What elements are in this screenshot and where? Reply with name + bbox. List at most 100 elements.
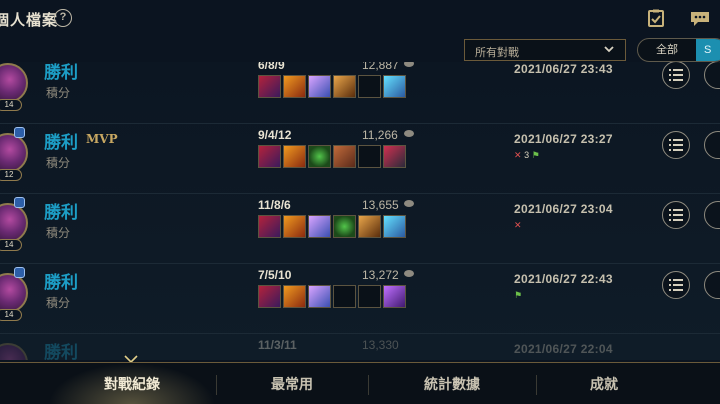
item-slot — [258, 285, 281, 308]
queue-type: 積分 — [46, 226, 71, 240]
mvp-badge: MVP — [86, 132, 118, 146]
match-filter-select[interactable]: 所有對戰 — [464, 39, 626, 61]
replay-button[interactable] — [704, 271, 720, 299]
queue-type: 積分 — [46, 86, 71, 100]
champion-avatar — [0, 273, 28, 313]
champion-level: 12 — [0, 169, 22, 181]
match-result: 勝利 — [44, 63, 78, 82]
match-history-list[interactable]: 14 勝利 積分 6/8/9 12,887 2021/06/27 23:43 1… — [0, 62, 720, 360]
champion-level: 14 — [0, 309, 22, 321]
tab-match-history[interactable]: 對戰紀錄 — [48, 363, 216, 404]
clipboard-icon[interactable] — [648, 9, 664, 27]
item-slot — [258, 145, 281, 168]
item-slot-empty — [358, 145, 381, 168]
chevron-down-icon — [604, 46, 614, 53]
chat-icon[interactable] — [690, 11, 710, 27]
top-bar: 個人檔案 ? — [0, 0, 720, 40]
list-icon — [669, 209, 683, 221]
item-build — [258, 75, 406, 99]
tab-achievements[interactable]: 成就 — [536, 363, 672, 404]
item-slot — [258, 75, 281, 98]
kda: 9/4/12 — [258, 128, 292, 142]
tab-statistics[interactable]: 統計數據 — [368, 363, 536, 404]
match-row[interactable]: 勝利 11/3/11 13,330 2021/06/27 22:04 — [0, 334, 720, 360]
match-date: 2021/06/27 23:27 — [514, 132, 613, 146]
gold-earned: 13,272 — [362, 268, 399, 282]
item-slot-empty — [333, 285, 356, 308]
item-slot — [283, 285, 306, 308]
item-slot — [383, 145, 406, 168]
party-icon — [14, 127, 25, 138]
match-details-button[interactable] — [662, 271, 690, 299]
match-details-button[interactable] — [662, 131, 690, 159]
match-row[interactable]: 14 勝利 積分 11/8/6 13,655 2021/06/27 23:04 … — [0, 194, 720, 264]
match-result: 勝利 — [44, 203, 78, 222]
gold-earned: 12,887 — [362, 62, 399, 72]
list-icon — [669, 139, 683, 151]
item-slot — [308, 145, 331, 168]
gold-icon — [404, 62, 414, 67]
match-date: 2021/06/27 23:43 — [514, 62, 613, 76]
party-icon — [14, 197, 25, 208]
item-slot — [383, 75, 406, 98]
match-result: 勝利 — [44, 273, 78, 292]
item-slot — [383, 215, 406, 238]
flag-medal-icon: ⚑ — [531, 150, 540, 160]
toggle-all-button[interactable]: 全部 — [638, 39, 696, 61]
kill-medal-icon: ✕ — [514, 220, 522, 230]
medal-count: 3 — [524, 150, 530, 160]
match-result: 勝利 — [44, 133, 78, 152]
champion-level: 14 — [0, 239, 22, 251]
item-slot — [383, 285, 406, 308]
queue-toggle: 全部 S — [637, 38, 720, 62]
match-date: 2021/06/27 22:43 — [514, 272, 613, 286]
item-build — [258, 285, 406, 309]
champion-level: 14 — [0, 99, 22, 111]
kda: 6/8/9 — [258, 62, 285, 72]
tab-most-played[interactable]: 最常用 — [216, 363, 368, 404]
item-slot — [333, 145, 356, 168]
replay-button[interactable] — [704, 131, 720, 159]
kda: 11/3/11 — [258, 338, 297, 352]
match-date: 2021/06/27 23:04 — [514, 202, 613, 216]
item-slot — [308, 285, 331, 308]
flag-medal-icon: ⚑ — [514, 290, 523, 300]
replay-button[interactable] — [704, 201, 720, 229]
match-medals: ⚑ — [514, 290, 522, 301]
queue-type: 積分 — [46, 156, 71, 170]
bottom-nav: 對戰紀錄 最常用 統計數據 成就 — [0, 362, 720, 404]
kill-medal-icon: ✕ — [514, 150, 522, 160]
item-slot — [333, 75, 356, 98]
champion-avatar — [0, 63, 28, 103]
match-details-button[interactable] — [662, 201, 690, 229]
match-row[interactable]: 14 勝利 積分 6/8/9 12,887 2021/06/27 23:43 — [0, 62, 720, 124]
match-medals: ✕ — [514, 220, 522, 231]
gold-earned: 13,330 — [362, 338, 399, 352]
champion-avatar — [0, 133, 28, 173]
item-slot — [283, 75, 306, 98]
gold-icon — [404, 200, 414, 207]
replay-button[interactable] — [704, 62, 720, 89]
help-icon[interactable]: ? — [54, 9, 72, 27]
match-medals: ✕ 3 ⚑ — [514, 150, 540, 161]
item-slot — [258, 215, 281, 238]
gold-icon — [404, 130, 414, 137]
gold-icon — [404, 270, 414, 277]
toggle-ranked-button[interactable]: S — [696, 39, 720, 61]
item-slot — [308, 75, 331, 98]
item-slot — [358, 215, 381, 238]
champion-avatar — [0, 343, 28, 360]
match-row[interactable]: 12 勝利 MVP 積分 9/4/12 11,266 2021/06/27 23… — [0, 124, 720, 194]
item-slot — [283, 145, 306, 168]
item-slot — [308, 215, 331, 238]
match-row[interactable]: 14 勝利 積分 7/5/10 13,272 2021/06/27 22:43 … — [0, 264, 720, 334]
match-result: 勝利 — [44, 343, 78, 360]
page-title: 個人檔案 — [0, 12, 59, 29]
item-slot — [283, 215, 306, 238]
list-icon — [669, 69, 683, 81]
item-build — [258, 145, 406, 169]
match-details-button[interactable] — [662, 62, 690, 89]
item-slot-empty — [358, 75, 381, 98]
list-icon — [669, 279, 683, 291]
queue-type: 積分 — [46, 296, 71, 310]
